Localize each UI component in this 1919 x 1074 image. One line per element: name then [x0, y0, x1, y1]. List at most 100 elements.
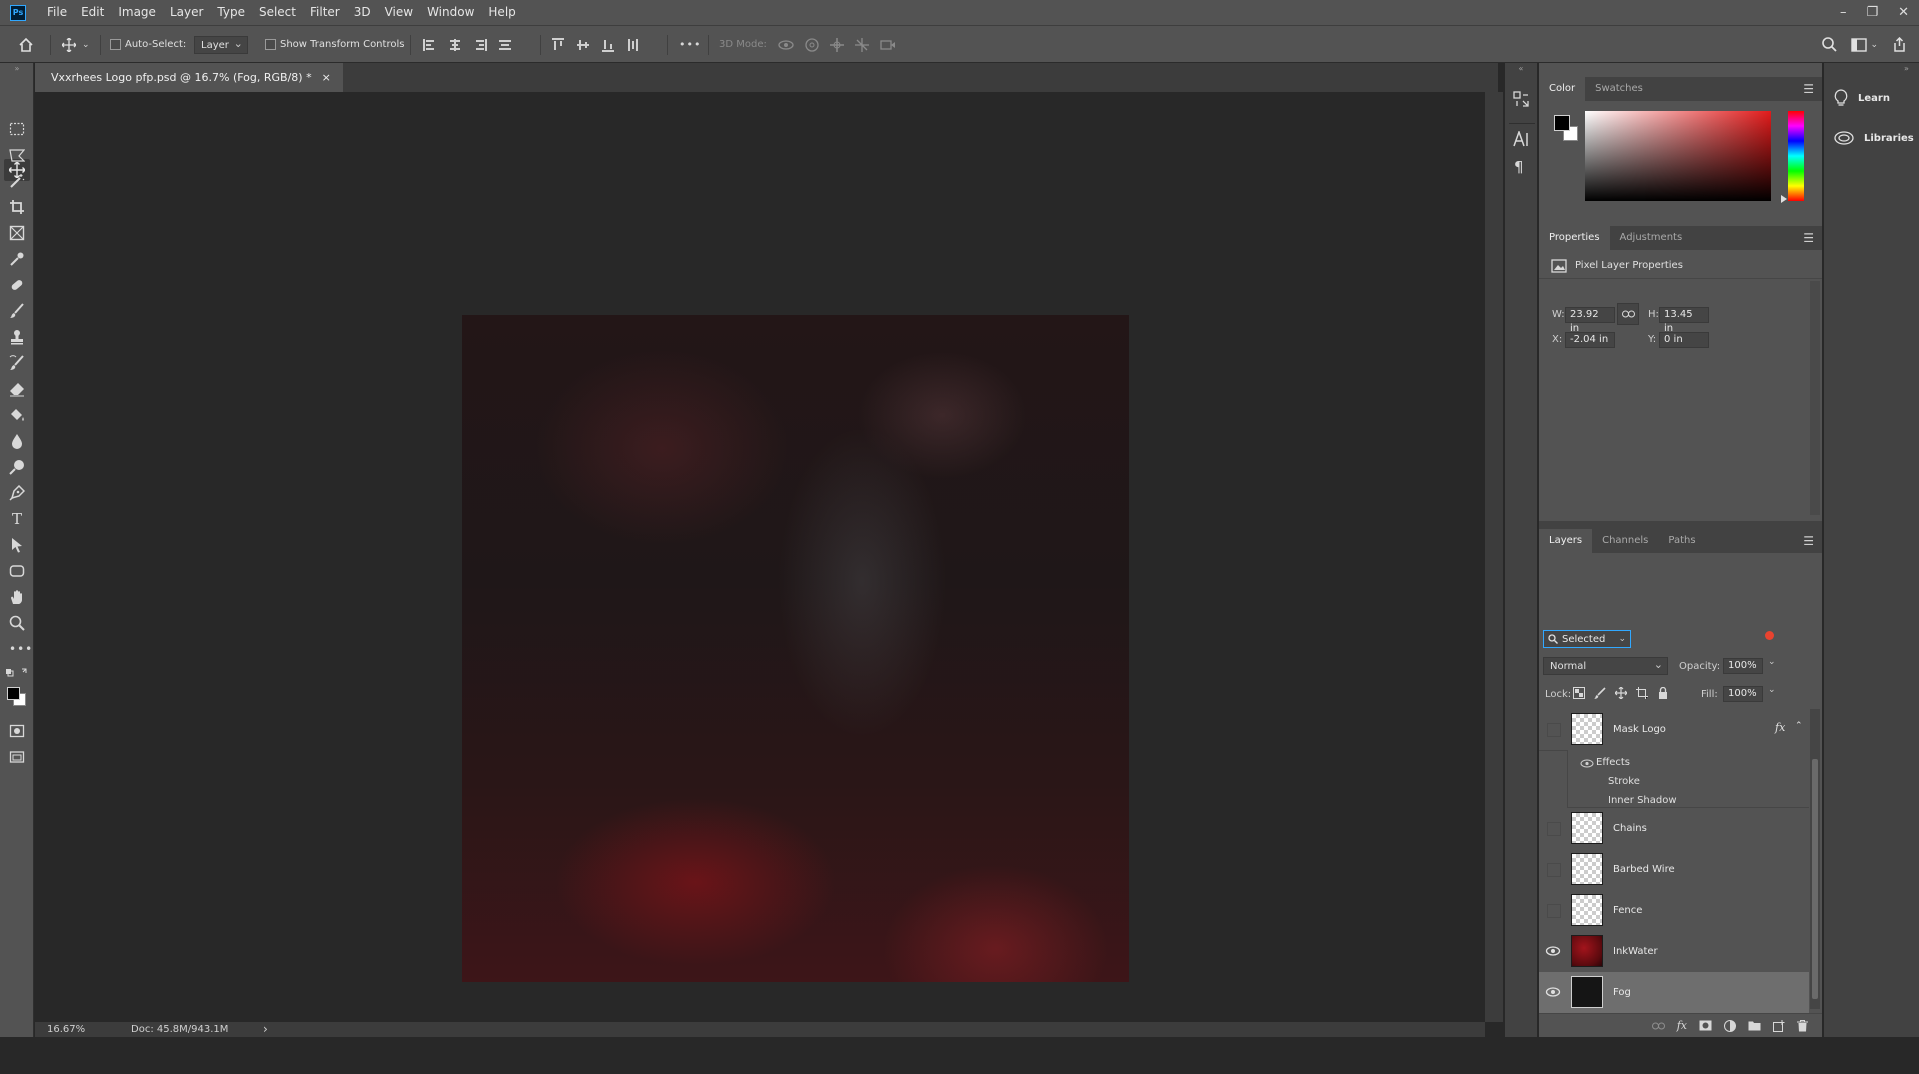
close-document-icon[interactable]: × — [322, 63, 331, 92]
tab-channels[interactable]: Channels — [1592, 529, 1658, 553]
3d-orbit-icon[interactable] — [778, 38, 794, 52]
lock-transparent-pixels-icon[interactable] — [1573, 687, 1585, 699]
tab-adjustments[interactable]: Adjustments — [1610, 226, 1693, 250]
search-icon[interactable] — [1822, 37, 1838, 52]
visibility-eye-icon[interactable] — [1545, 984, 1561, 1000]
align-right-icon[interactable] — [473, 38, 487, 52]
layer-row[interactable]: Fog — [1539, 972, 1809, 1014]
properties-scrollbar[interactable] — [1810, 281, 1820, 515]
align-bottom-icon[interactable] — [601, 38, 615, 52]
layer-effects-fx-icon[interactable]: fx — [1775, 721, 1785, 734]
screen-mode-icon[interactable] — [9, 749, 25, 765]
layer-row[interactable]: Mask Logo fx ⌃ — [1539, 709, 1809, 751]
tab-swatches[interactable]: Swatches — [1585, 77, 1653, 101]
layer-row[interactable]: Barbed Wire — [1539, 849, 1809, 891]
3d-scale-icon[interactable] — [880, 38, 896, 52]
path-selection-tool-icon[interactable] — [9, 537, 25, 553]
home-icon[interactable] — [18, 26, 34, 63]
tab-color[interactable]: Color — [1539, 77, 1586, 101]
hand-tool-icon[interactable] — [9, 589, 25, 605]
document-tab[interactable]: Vxxrhees Logo pfp.psd @ 16.7% (Fog, RGB/… — [35, 63, 343, 92]
foreground-color-swatch[interactable] — [7, 687, 20, 700]
eyedropper-tool-icon[interactable] — [9, 251, 25, 267]
menu-filter[interactable]: Filter — [303, 0, 347, 25]
width-input[interactable]: 23.92 in — [1565, 307, 1615, 334]
menu-select[interactable]: Select — [252, 0, 303, 25]
character-panel-icon[interactable] — [1513, 131, 1531, 147]
dodge-tool-icon[interactable] — [9, 459, 25, 475]
menu-file[interactable]: File — [40, 0, 74, 25]
chevron-up-icon[interactable]: ⌃ — [1795, 721, 1803, 731]
3d-slide-icon[interactable] — [854, 37, 869, 52]
lasso-tool-icon[interactable] — [9, 147, 25, 163]
opacity-input[interactable]: 100% — [1723, 658, 1763, 674]
lock-position-icon[interactable] — [1615, 687, 1627, 699]
height-input[interactable]: 13.45 in — [1659, 307, 1709, 334]
collapse-arrows-icon[interactable]: » — [9, 61, 25, 77]
align-center-horizontal-icon[interactable] — [448, 38, 462, 52]
collapse-arrows-icon[interactable]: « — [1503, 63, 1539, 75]
chevron-down-icon[interactable]: ⌄ — [1768, 685, 1776, 695]
adjustment-icon[interactable] — [1724, 1019, 1736, 1032]
canvas-area[interactable] — [35, 92, 1485, 1022]
edit-toolbar-icon[interactable]: ••• — [9, 641, 32, 657]
mask-icon[interactable] — [1699, 1020, 1712, 1031]
share-icon[interactable] — [1892, 37, 1907, 52]
visibility-toggle[interactable] — [1547, 723, 1561, 737]
paint-bucket-tool-icon[interactable] — [9, 407, 25, 423]
hue-slider[interactable] — [1788, 111, 1804, 201]
swap-colors-icon[interactable] — [5, 667, 29, 683]
lock-all-icon[interactable] — [1657, 687, 1669, 699]
color-panel-swatches[interactable] — [1554, 115, 1580, 145]
layer-filter-dropdown[interactable]: Selected ⌄ — [1543, 630, 1631, 648]
link-icon[interactable] — [1651, 1022, 1665, 1030]
menu-type[interactable]: Type — [210, 0, 252, 25]
layers-scrollbar[interactable] — [1810, 709, 1820, 1009]
menu-3d[interactable]: 3D — [347, 0, 378, 25]
lock-image-pixels-icon[interactable] — [1594, 687, 1606, 699]
effect-stroke[interactable]: Stroke — [1608, 776, 1640, 787]
visibility-toggle[interactable] — [1547, 822, 1561, 836]
fx-icon[interactable]: fx — [1677, 1019, 1687, 1032]
fill-input[interactable]: 100% — [1723, 686, 1763, 702]
visibility-toggle[interactable] — [1547, 904, 1561, 918]
folder-icon[interactable] — [1748, 1020, 1761, 1031]
link-dimensions-button[interactable] — [1617, 303, 1639, 325]
restore-icon[interactable]: ❐ — [1866, 5, 1878, 20]
show-transform-checkbox[interactable] — [265, 39, 276, 50]
layer-row[interactable]: InkWater — [1539, 931, 1809, 973]
quick-mask-icon[interactable] — [9, 723, 25, 739]
crop-tool-icon[interactable] — [9, 199, 25, 215]
visibility-toggle[interactable] — [1547, 863, 1561, 877]
paragraph-panel-icon[interactable]: ¶ — [1514, 158, 1524, 176]
properties-panel-menu-icon[interactable]: ☰ — [1803, 232, 1814, 244]
tab-layers[interactable]: Layers — [1539, 529, 1593, 553]
align-left-icon[interactable] — [423, 38, 437, 52]
menu-window[interactable]: Window — [420, 0, 481, 25]
type-tool-icon[interactable]: T — [9, 511, 25, 527]
menu-image[interactable]: Image — [111, 0, 163, 25]
zoom-tool-icon[interactable] — [9, 615, 25, 631]
layer-row[interactable]: Fence — [1539, 890, 1809, 932]
color-panel-foreground-swatch[interactable] — [1554, 115, 1570, 131]
workspace-switcher[interactable]: ⌄ — [1851, 37, 1878, 52]
blend-mode-dropdown[interactable]: Normal — [1543, 656, 1668, 675]
hue-slider-handle[interactable] — [1781, 195, 1787, 203]
menu-layer[interactable]: Layer — [163, 0, 210, 25]
show-transform-toggle[interactable]: Show Transform Controls — [265, 26, 404, 63]
y-position-input[interactable]: 0 in — [1659, 332, 1709, 348]
auto-select-checkbox[interactable] — [110, 39, 121, 50]
3d-roll-icon[interactable] — [805, 37, 819, 52]
layers-panel-menu-icon[interactable]: ☰ — [1803, 535, 1814, 547]
magic-wand-tool-icon[interactable] — [9, 173, 25, 189]
minimize-icon[interactable]: – — [1840, 5, 1847, 20]
canvas-vertical-scrollbar[interactable] — [1485, 92, 1503, 1022]
auto-select-toggle[interactable]: Auto-Select: — [110, 26, 186, 63]
distribute-horizontal-icon[interactable] — [626, 38, 640, 52]
marquee-tool-icon[interactable] — [9, 121, 25, 137]
move-tool-preset-icon[interactable]: ⌄ — [62, 26, 90, 63]
document-canvas[interactable] — [462, 315, 1129, 982]
brush-tool-icon[interactable] — [9, 303, 25, 319]
learn-panel-button[interactable]: Learn — [1834, 89, 1890, 107]
pen-tool-icon[interactable] — [9, 485, 25, 501]
